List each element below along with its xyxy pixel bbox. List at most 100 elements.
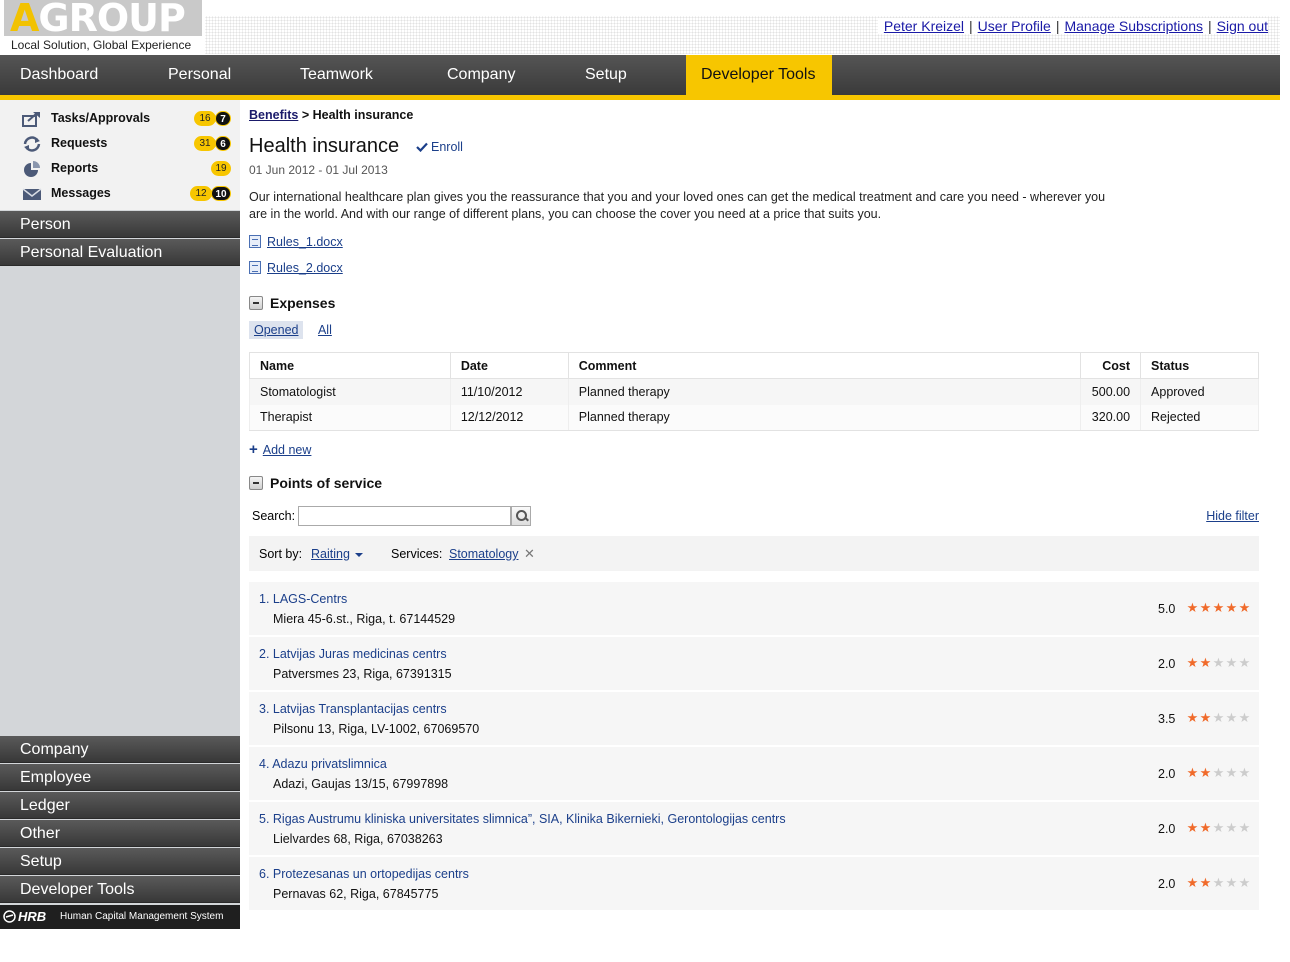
word-document-icon <box>249 235 261 248</box>
search-input[interactable] <box>298 506 511 526</box>
status-badge: Rejected <box>1140 404 1259 431</box>
sort-label: Sort by: <box>259 547 303 561</box>
list-item[interactable]: 2. Latvijas Juras medicinas centrs Patver… <box>249 637 1259 690</box>
column-header-date[interactable]: Date <box>449 352 569 379</box>
sort-dropdown[interactable]: Raiting <box>311 547 350 561</box>
star-icon: ★ <box>1238 765 1251 780</box>
sidebar-section-company[interactable]: Company <box>0 736 240 763</box>
breadcrumb-benefits-link[interactable]: Benefits <box>249 108 298 122</box>
sidebar-section-employee[interactable]: Employee <box>0 764 240 791</box>
column-header-status[interactable]: Status <box>1140 352 1259 379</box>
sign-out-link[interactable]: Sign out <box>1217 18 1268 34</box>
list-item[interactable]: 5. Rigas Austrumu kliniska universitates… <box>249 802 1259 855</box>
list-item[interactable]: 6. Protezesanas un ortopedijas centrs Per… <box>249 857 1259 910</box>
service-point-name-link[interactable]: 2. Latvijas Juras medicinas centrs <box>259 647 447 661</box>
expense-comment: Planned therapy <box>567 378 1082 405</box>
search-label: Search: <box>252 509 296 523</box>
footer-system-name: Human Capital Management System <box>60 911 224 922</box>
star-icon: ★ <box>1212 820 1225 835</box>
expense-date: 12/12/2012 <box>449 404 569 431</box>
sidebar: Tasks/Approvals 16 7 Requests 31 6 Repor… <box>0 100 240 929</box>
sidebar-section-personal-evaluation[interactable]: Personal Evaluation <box>0 239 240 266</box>
nav-developer-tools[interactable]: Developer Tools <box>686 55 832 95</box>
service-point-name-link[interactable]: 6. Protezesanas un ortopedijas centrs <box>259 867 469 881</box>
star-icon: ★ <box>1225 765 1238 780</box>
nav-personal[interactable]: Personal <box>168 55 231 95</box>
star-icon: ★ <box>1186 765 1199 780</box>
points-of-service-section-header[interactable]: Points of service <box>249 475 382 491</box>
sidebar-section-ledger[interactable]: Ledger <box>0 792 240 819</box>
count-badge: 12 <box>190 186 212 201</box>
list-item[interactable]: 1. LAGS-Centrs Miera 45-6.st., Riga, t. 6… <box>249 582 1259 635</box>
chevron-down-icon[interactable] <box>355 553 363 557</box>
expense-name: Stomatologist <box>249 378 451 405</box>
collapse-icon[interactable] <box>249 296 263 310</box>
star-icon: ★ <box>1225 820 1238 835</box>
sidebar-section-other[interactable]: Other <box>0 820 240 847</box>
sidebar-item-requests[interactable]: Requests 31 6 <box>0 131 240 156</box>
enroll-button[interactable]: Enroll <box>416 140 463 154</box>
expense-cost: 500.00 <box>1080 378 1142 405</box>
manage-subscriptions-link[interactable]: Manage Subscriptions <box>1064 18 1203 34</box>
nav-setup[interactable]: Setup <box>585 55 627 95</box>
nav-teamwork[interactable]: Teamwork <box>300 55 373 95</box>
company-logo[interactable]: AGROUP <box>10 0 186 40</box>
close-icon[interactable]: ✕ <box>524 546 535 562</box>
star-rating: ★★★★★ <box>1186 655 1251 671</box>
sidebar-section-person[interactable]: Person <box>0 211 240 238</box>
services-filter-value[interactable]: Stomatology <box>449 547 518 561</box>
hide-filter-link[interactable]: Hide filter <box>1206 509 1259 523</box>
search-icon[interactable] <box>511 506 531 526</box>
sidebar-item-tasks-approvals[interactable]: Tasks/Approvals 16 7 <box>0 106 240 131</box>
service-point-name-link[interactable]: 3. Latvijas Transplantacijas centrs <box>259 702 447 716</box>
nav-company[interactable]: Company <box>447 55 515 95</box>
list-item[interactable]: 3. Latvijas Transplantacijas centrs Pilso… <box>249 692 1259 745</box>
star-rating: ★★★★★ <box>1186 820 1251 836</box>
star-icon: ★ <box>1238 875 1251 890</box>
rating-value: 2.0 <box>1158 822 1176 836</box>
tab-opened[interactable]: Opened <box>249 321 304 339</box>
column-header-comment[interactable]: Comment <box>567 352 1082 379</box>
user-profile-link[interactable]: User Profile <box>978 18 1051 34</box>
plan-description: Our international healthcare plan gives … <box>249 190 1106 221</box>
collapse-icon[interactable] <box>249 476 263 490</box>
sidebar-item-messages[interactable]: Messages 12 10 <box>0 181 240 206</box>
table-row[interactable]: Stomatologist 11/10/2012 Planned therapy… <box>249 378 1259 405</box>
rating-value: 2.0 <box>1158 767 1176 781</box>
nav-dashboard[interactable]: Dashboard <box>20 55 98 95</box>
star-icon: ★ <box>1238 655 1251 670</box>
sidebar-item-reports[interactable]: Reports 19 <box>0 156 240 181</box>
service-point-address: Adazi, Gaujas 13/15, 67997898 <box>273 777 449 791</box>
service-point-name-link[interactable]: 4. Adazu privatslimnica <box>259 757 387 771</box>
expenses-section-header[interactable]: Expenses <box>249 295 335 311</box>
document-link-rules-2[interactable]: Rules_2.docx <box>249 261 343 275</box>
checkmark-icon <box>416 142 428 153</box>
breadcrumb-separator: > <box>301 108 310 122</box>
star-rating: ★★★★★ <box>1186 875 1251 891</box>
star-icon: ★ <box>1199 600 1212 615</box>
expenses-filter-tabs: Opened All <box>249 321 337 339</box>
pie-chart-icon <box>24 161 40 177</box>
service-point-name-link[interactable]: 1. LAGS-Centrs <box>259 592 347 606</box>
star-rating: ★★★★★ <box>1186 765 1251 781</box>
services-label: Services: <box>391 547 443 561</box>
document-link-rules-1[interactable]: Rules_1.docx <box>249 235 343 249</box>
user-name-link[interactable]: Peter Kreizel <box>884 18 964 34</box>
main-nav: Dashboard Personal Teamwork Company Setu… <box>0 55 1280 95</box>
add-new-expense-button[interactable]: + Add new <box>249 441 311 458</box>
service-point-name-link[interactable]: 5. Rigas Austrumu kliniska universitates… <box>259 812 786 826</box>
table-row[interactable]: Therapist 12/12/2012 Planned therapy 320… <box>249 404 1259 431</box>
sidebar-section-setup[interactable]: Setup <box>0 848 240 875</box>
column-header-name[interactable]: Name <box>249 352 451 379</box>
list-item[interactable]: 4. Adazu privatslimnica Adazi, Gaujas 13/… <box>249 747 1259 800</box>
page-title: Health insurance <box>249 135 400 157</box>
count-badge: 31 <box>194 136 216 151</box>
column-header-cost[interactable]: Cost <box>1080 352 1142 379</box>
sidebar-section-developer-tools[interactable]: Developer Tools <box>0 876 240 903</box>
sidebar-item-label: Tasks/Approvals <box>51 111 151 125</box>
enroll-label: Enroll <box>431 140 463 154</box>
hrb-logo-icon <box>3 910 16 923</box>
tab-all[interactable]: All <box>313 321 337 339</box>
star-icon: ★ <box>1225 710 1238 725</box>
star-rating: ★★★★★ <box>1186 600 1251 616</box>
